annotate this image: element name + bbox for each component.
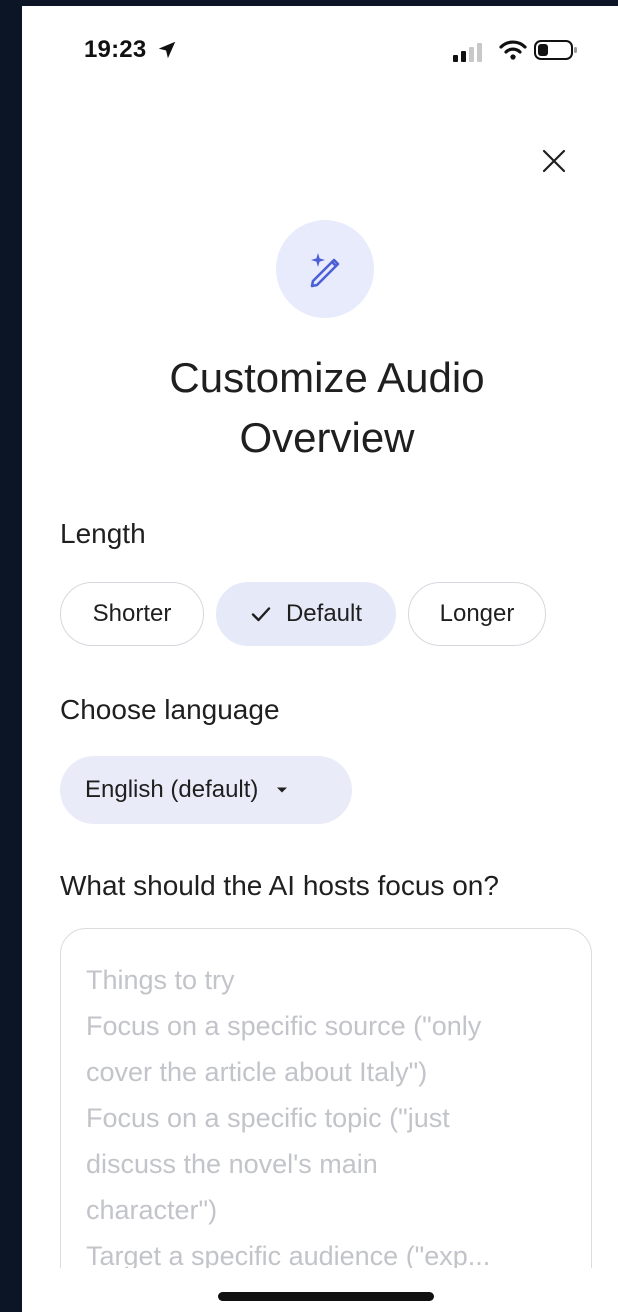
dialog-title: Customize Audio Overview [62, 348, 592, 468]
battery-icon [534, 40, 577, 60]
close-icon [542, 149, 566, 173]
language-dropdown[interactable]: English (default) [60, 756, 352, 824]
close-button[interactable] [532, 139, 576, 183]
placeholder-line: character") [86, 1195, 218, 1225]
home-indicator[interactable] [218, 1292, 434, 1301]
length-option-shorter[interactable]: Shorter [60, 582, 204, 646]
status-bar: 19:23 [22, 6, 618, 86]
placeholder-line: Focus on a specific source ("only [86, 1011, 482, 1041]
cellular-signal-icon [453, 43, 482, 62]
checkmark-icon [250, 603, 272, 625]
status-time: 19:23 [84, 36, 147, 63]
hero-icon-badge [276, 220, 374, 318]
wifi-icon [499, 40, 527, 60]
length-option-label: Default [285, 600, 363, 627]
focus-label: What should the AI hosts focus on? [60, 870, 499, 901]
length-option-label: Shorter [92, 600, 172, 627]
placeholder-line: Focus on a specific topic ("just [86, 1103, 450, 1133]
length-option-label: Longer [439, 600, 515, 627]
phone-screen: 19:23 Customize Audio Overview Length Sh… [22, 6, 618, 1312]
placeholder-line: cover the article about Italy") [86, 1057, 428, 1087]
length-label: Length [60, 518, 146, 549]
dialog-title-line2: Overview [239, 414, 415, 461]
magic-pen-icon [310, 253, 340, 288]
length-option-default[interactable]: Default [216, 582, 396, 646]
placeholder-line: Things to try [86, 965, 235, 995]
focus-textarea[interactable]: Things to try Focus on a specific source… [60, 928, 592, 1312]
length-option-longer[interactable]: Longer [408, 582, 546, 646]
language-selected-value: English (default) [85, 776, 259, 803]
location-arrow-icon [158, 41, 176, 59]
language-label: Choose language [60, 694, 280, 725]
dialog-title-line1: Customize Audio [169, 354, 485, 401]
focus-placeholder: Things to try Focus on a specific source… [86, 957, 576, 1279]
bottom-safe-area [22, 1268, 618, 1312]
placeholder-line: discuss the novel's main [86, 1149, 378, 1179]
dropdown-caret-icon [276, 786, 288, 794]
